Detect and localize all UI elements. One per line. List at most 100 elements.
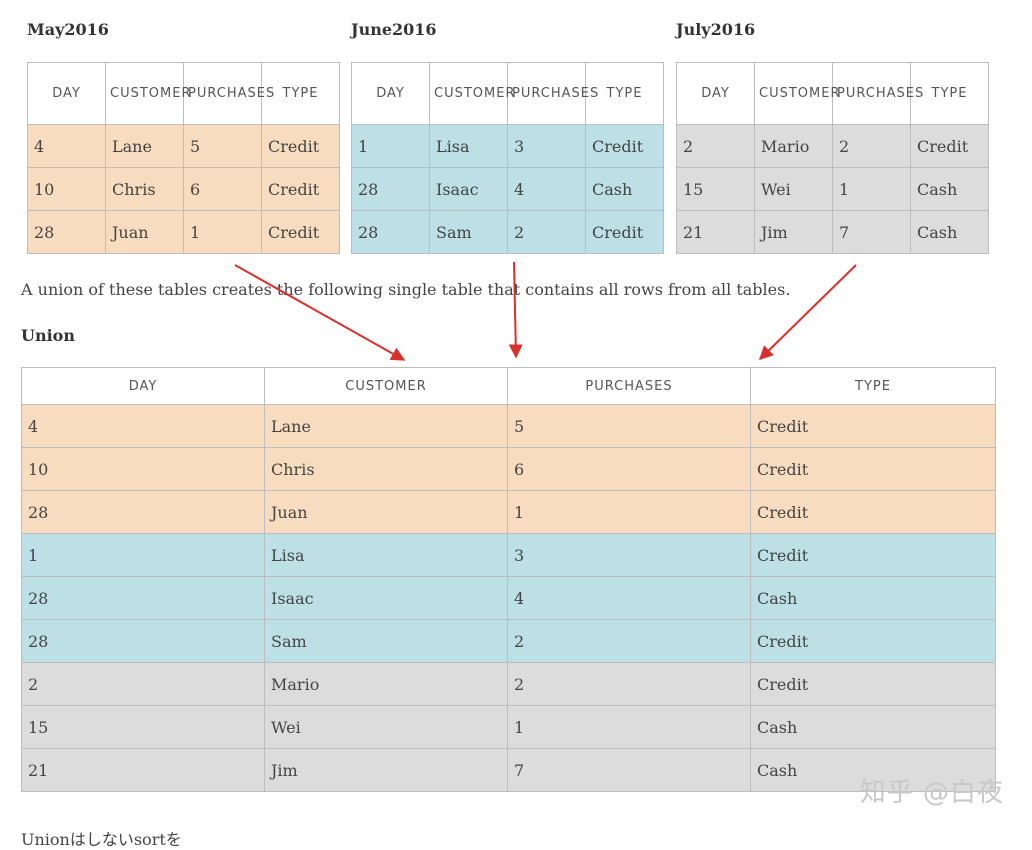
table-row: 28 Isaac 4 Cash [351,167,664,211]
cell-purchases: 1 [507,705,751,749]
cell-customer: Lane [264,404,508,448]
cell-purchases: 6 [507,447,751,491]
cell-day: 15 [676,167,755,211]
cell-type: Credit [261,167,340,211]
union-table: DAY CUSTOMER PURCHASES TYPE 4 Lane 5 Credit… [21,367,996,792]
cell-type: Cash [585,167,664,211]
table-row: 10 Chris 6 Credit [27,167,340,211]
cell-customer: Lisa [264,533,508,577]
table-may2016: DAY CUSTOMER PURCHASES TYPE 4 Lane 5 Cre… [27,62,340,254]
cell-purchases: 1 [832,167,911,211]
cell-purchases: 2 [507,619,751,663]
union-header-customer: CUSTOMER [264,367,508,405]
cell-customer: Lisa [429,124,508,168]
cell-type: Credit [750,619,996,663]
cell-type: Credit [750,662,996,706]
cell-day: 21 [21,748,265,792]
cell-day: 10 [21,447,265,491]
table-row: 4 Lane 5 Credit [21,404,996,448]
table-row: 15 Wei 1 Cash [676,167,989,211]
cell-customer: Chris [264,447,508,491]
cell-purchases: 2 [507,210,586,254]
cell-purchases: 1 [183,210,262,254]
cell-customer: Juan [264,490,508,534]
cell-day: 28 [21,490,265,534]
table-row: 28 Juan 1 Credit [21,490,996,534]
cell-customer: Wei [754,167,833,211]
cell-day: 28 [351,167,430,211]
cell-day: 28 [21,576,265,620]
cell-type: Credit [750,404,996,448]
watermark: 知乎 @白夜 [859,778,1004,808]
cell-customer: Jim [264,748,508,792]
header-customer: CUSTOMER [754,62,839,125]
cell-purchases: 3 [507,124,586,168]
cell-customer: Lane [105,124,184,168]
header-purchases: PURCHASES [507,62,598,125]
cutoff-text: Unionはしないsortを [21,830,182,849]
cell-customer: Isaac [429,167,508,211]
union-header-day: DAY [21,367,265,405]
cell-day: 1 [351,124,430,168]
cell-customer: Sam [429,210,508,254]
union-header-type: TYPE [750,367,996,405]
table-row: 28 Sam 2 Credit [21,619,996,663]
cell-day: 10 [27,167,106,211]
cell-purchases: 7 [832,210,911,254]
table-june2016: DAY CUSTOMER PURCHASES TYPE 1 Lisa 3 Cre… [351,62,664,254]
table-title-june2016: June2016 [351,20,437,39]
cell-day: 28 [27,210,106,254]
cell-day: 1 [21,533,265,577]
cell-type: Credit [750,490,996,534]
cell-purchases: 3 [507,533,751,577]
cell-customer: Chris [105,167,184,211]
table-july2016: DAY CUSTOMER PURCHASES TYPE 2 Mario 2 Cr… [676,62,989,254]
cell-purchases: 5 [183,124,262,168]
header-purchases: PURCHASES [183,62,274,125]
cell-day: 2 [676,124,755,168]
cell-purchases: 2 [832,124,911,168]
table-row: 28 Sam 2 Credit [351,210,664,254]
table-row: 21 Jim 7 Cash [21,748,996,792]
cell-purchases: 2 [507,662,751,706]
cell-purchases: 6 [183,167,262,211]
header-day: DAY [27,62,106,125]
table-row: 15 Wei 1 Cash [21,705,996,749]
cell-type: Cash [750,705,996,749]
cell-purchases: 7 [507,748,751,792]
table-row: 1 Lisa 3 Credit [21,533,996,577]
cell-day: 4 [27,124,106,168]
cell-customer: Sam [264,619,508,663]
header-day: DAY [351,62,430,125]
table-row: 28 Juan 1 Credit [27,210,340,254]
cell-type: Credit [261,124,340,168]
cell-type: Cash [750,576,996,620]
cell-day: 28 [21,619,265,663]
cell-day: 28 [351,210,430,254]
cell-type: Credit [261,210,340,254]
cell-type: Credit [585,210,664,254]
table-row: 21 Jim 7 Cash [676,210,989,254]
cell-day: 21 [676,210,755,254]
union-description: A union of these tables creates the foll… [21,280,791,299]
cell-purchases: 4 [507,576,751,620]
cell-customer: Mario [264,662,508,706]
cell-type: Credit [910,124,989,168]
table-row: 2 Mario 2 Credit [676,124,989,168]
table-title-july2016: July2016 [676,20,756,39]
cell-day: 4 [21,404,265,448]
table-row: 28 Isaac 4 Cash [21,576,996,620]
union-title: Union [21,326,75,345]
header-purchases: PURCHASES [832,62,923,125]
header-day: DAY [676,62,755,125]
cell-day: 2 [21,662,265,706]
union-header-purchases: PURCHASES [507,367,751,405]
table-title-may2016: May2016 [27,20,109,39]
cell-type: Credit [750,447,996,491]
cell-customer: Isaac [264,576,508,620]
cell-purchases: 1 [507,490,751,534]
cell-type: Cash [910,210,989,254]
cell-customer: Wei [264,705,508,749]
table-row: 4 Lane 5 Credit [27,124,340,168]
cell-type: Cash [910,167,989,211]
